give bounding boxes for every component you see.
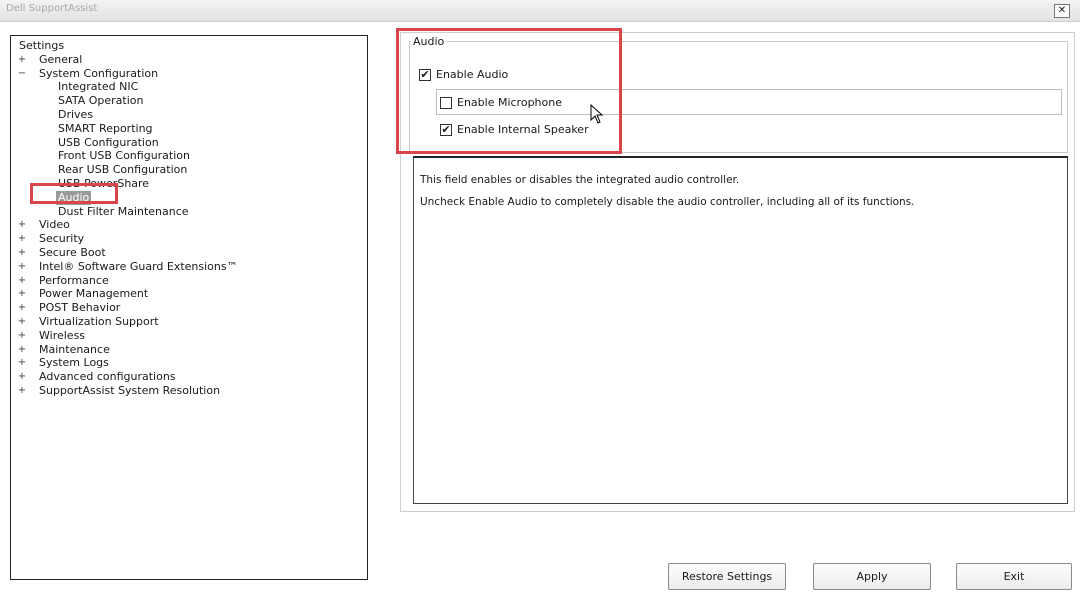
tree-item-label: Dust Filter Maintenance — [58, 204, 189, 218]
expand-icon[interactable]: + — [17, 384, 27, 398]
tree-item[interactable]: Integrated NIC — [11, 80, 367, 94]
enable-internal-speaker-checkbox[interactable]: ✔ Enable Internal Speaker — [440, 123, 589, 136]
tree-item[interactable]: + Security — [11, 232, 367, 246]
tree-item[interactable]: + General — [11, 53, 367, 67]
collapse-icon[interactable]: − — [17, 67, 27, 81]
tree-item-label: POST Behavior — [39, 301, 121, 315]
tree-item[interactable]: + Advanced configurations — [11, 370, 367, 384]
tree-item[interactable]: + Intel® Software Guard Extensions™ — [11, 260, 367, 274]
expand-icon[interactable]: + — [17, 53, 27, 67]
tree-item[interactable]: + Video — [11, 218, 367, 232]
description-line-1: This field enables or disables the integ… — [420, 174, 740, 186]
expand-icon[interactable]: + — [17, 370, 27, 384]
tree-item-label: Integrated NIC — [58, 80, 139, 94]
check-icon: ✔ — [440, 122, 452, 136]
expand-icon[interactable]: + — [17, 218, 27, 232]
tree-item[interactable]: + System Logs — [11, 356, 367, 370]
tree-item[interactable]: − System Configuration — [11, 67, 367, 81]
exit-button[interactable]: Exit — [956, 563, 1072, 590]
tree-item[interactable]: Dust Filter Maintenance — [11, 205, 367, 219]
tree-item-label: Drives — [58, 107, 94, 121]
enable-microphone-checkbox[interactable]: Enable Microphone — [440, 96, 562, 109]
tree-item[interactable]: + Power Management — [11, 287, 367, 301]
tree-item-label: Virtualization Support — [39, 314, 159, 328]
description-line-2: Uncheck Enable Audio to completely disab… — [420, 196, 915, 208]
close-icon: ✕ — [1057, 5, 1067, 16]
enable-internal-speaker-label: Enable Internal Speaker — [457, 123, 589, 136]
apply-button[interactable]: Apply — [813, 563, 931, 590]
tree-item-label: SupportAssist System Resolution — [39, 383, 221, 397]
tree-item-label: Audio — [56, 190, 92, 205]
tree-item-label: Security — [39, 232, 85, 246]
window-title: Dell SupportAssist — [6, 3, 98, 14]
enable-microphone-label: Enable Microphone — [457, 96, 562, 109]
restore-settings-button[interactable]: Restore Settings — [668, 563, 786, 590]
tree-item-label: System Configuration — [39, 66, 159, 80]
tree-item[interactable]: Audio — [11, 190, 367, 205]
settings-tree[interactable]: Settings + General − System Configuration Int… — [10, 35, 368, 580]
tree-item-label: SATA Operation — [58, 94, 144, 108]
tree-item-label: Power Management — [39, 287, 149, 301]
title-bar: Dell SupportAssist ✕ — [0, 0, 1080, 22]
tree-item-label: Front USB Configuration — [58, 149, 190, 163]
tree-item-label: Wireless — [39, 328, 86, 342]
tree-item-label: Advanced configurations — [39, 370, 176, 384]
tree-item-label: USB Configuration — [58, 135, 159, 149]
tree-item-label: Performance — [39, 273, 109, 287]
description-panel: This field enables or disables the integ… — [413, 156, 1068, 504]
tree-item[interactable]: + Wireless — [11, 329, 367, 343]
tree-item-label: System Logs — [39, 356, 109, 370]
tree-item[interactable]: Rear USB Configuration — [11, 163, 367, 177]
expand-icon[interactable]: + — [17, 274, 27, 288]
tree-item[interactable]: Front USB Configuration — [11, 149, 367, 163]
tree-item-label: Video — [39, 218, 70, 232]
check-icon: ✔ — [419, 67, 431, 81]
tree-item-label: Settings — [19, 39, 65, 52]
tree-item-label: USB PowerShare — [58, 176, 150, 190]
tree-item[interactable]: Settings — [11, 39, 367, 53]
tree-item[interactable]: SATA Operation — [11, 94, 367, 108]
tree-item-label: Maintenance — [39, 342, 110, 356]
expand-icon[interactable]: + — [17, 315, 27, 329]
tree-item[interactable]: USB PowerShare — [11, 177, 367, 191]
tree-item[interactable]: + SupportAssist System Resolution — [11, 384, 367, 398]
tree-item[interactable]: USB Configuration — [11, 136, 367, 150]
tree-item-label: Secure Boot — [39, 245, 106, 259]
close-button[interactable]: ✕ — [1054, 4, 1070, 18]
tree-item-label: Rear USB Configuration — [58, 163, 188, 177]
enable-audio-label: Enable Audio — [436, 68, 509, 81]
expand-icon[interactable]: + — [17, 356, 27, 370]
mouse-cursor-icon — [590, 104, 604, 124]
tree-item[interactable]: + Maintenance — [11, 343, 367, 357]
tree-item[interactable]: + POST Behavior — [11, 301, 367, 315]
tree-item-label: General — [39, 52, 83, 66]
tree-item-label: Intel® Software Guard Extensions™ — [39, 259, 238, 273]
expand-icon[interactable]: + — [17, 343, 27, 357]
expand-icon[interactable]: + — [17, 287, 27, 301]
tree-item[interactable]: Drives — [11, 108, 367, 122]
audio-group-title: Audio — [411, 35, 447, 48]
enable-audio-checkbox[interactable]: ✔ Enable Audio — [419, 68, 508, 81]
unchecked-box-icon — [440, 96, 452, 109]
tree-item[interactable]: + Secure Boot — [11, 246, 367, 260]
tree-item[interactable]: SMART Reporting — [11, 122, 367, 136]
expand-icon[interactable]: + — [17, 246, 27, 260]
tree-item[interactable]: + Performance — [11, 274, 367, 288]
expand-icon[interactable]: + — [17, 232, 27, 246]
expand-icon[interactable]: + — [17, 301, 27, 315]
expand-icon[interactable]: + — [17, 329, 27, 343]
expand-icon[interactable]: + — [17, 260, 27, 274]
tree-item[interactable]: + Virtualization Support — [11, 315, 367, 329]
tree-item-label: SMART Reporting — [58, 121, 153, 135]
